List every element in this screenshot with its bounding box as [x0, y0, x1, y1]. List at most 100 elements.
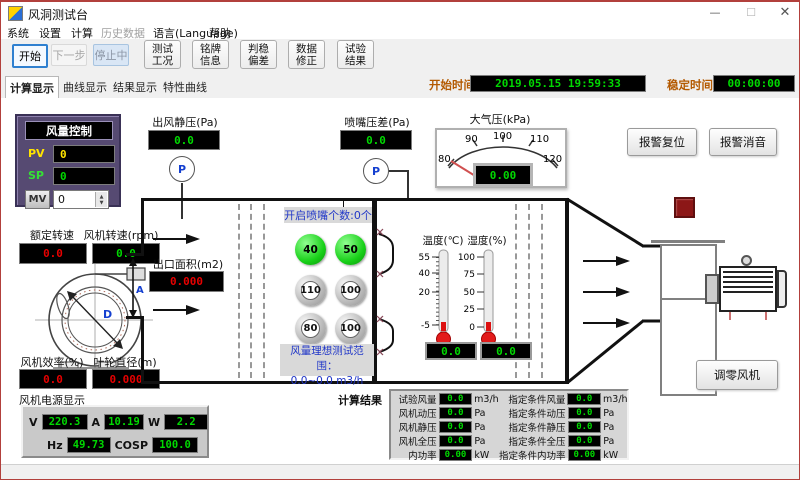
impeller-diameter-mark: D [103, 308, 112, 321]
alarm-lamp [674, 197, 695, 218]
pv-label: PV [28, 147, 45, 160]
result-row: 内功率0.00kW 指定条件内功率0.00kW [391, 448, 627, 462]
voltage-label: V [29, 416, 38, 429]
tunnel-wall [141, 198, 144, 254]
app-icon [8, 6, 23, 21]
current-value: 10.19 [104, 414, 144, 430]
svg-text:-5: -5 [421, 321, 430, 331]
nozzle-button-1[interactable]: 50 [335, 234, 366, 265]
screen-dashed-line [541, 204, 543, 378]
result-row: 试验风量0.0m3/h 指定条件风量0.0m3/h [391, 392, 627, 406]
barometric-gauge-label: 大气压(kPa) [445, 111, 555, 127]
stable-time-label: 稳定时间: [667, 77, 718, 93]
nozzle-button-2[interactable]: 110 [295, 275, 326, 306]
tunnel-inlet-stub [126, 253, 144, 256]
tab-calc-display[interactable]: 计算显示 [5, 76, 59, 98]
current-label: A [92, 416, 101, 429]
temperature-value: 0.0 [425, 342, 477, 360]
alarm-reset-button[interactable]: 报警复位 [627, 128, 697, 156]
svg-text:80: 80 [438, 154, 451, 165]
svg-text:55: 55 [419, 253, 430, 263]
voltage-value: 220.3 [42, 414, 88, 430]
alarm-mute-button[interactable]: 报警消音 [709, 128, 777, 156]
nozzle-button-0[interactable]: 40 [295, 234, 326, 265]
svg-text:110: 110 [530, 134, 549, 145]
app-window: 风洞测试台 — ☐ ✕ 系统 设置 计算 历史数据 语言(Language) 帮… [0, 0, 800, 480]
inlet-height-mark: A [136, 285, 144, 296]
tab-result-display[interactable]: 结果显示 [111, 76, 159, 97]
flow-control-panel: 风量控制 PV 0 SP 0 MV 0 ▲ ▼ [15, 114, 121, 207]
fan-flange [651, 240, 725, 243]
outlet-area-value: 0.000 [149, 271, 224, 292]
window-title: 风洞测试台 [28, 6, 88, 23]
status-bar [1, 464, 799, 480]
nozzle-button-4[interactable]: 80 [295, 313, 326, 344]
stop-button[interactable]: 停止中 [93, 44, 129, 66]
stable-time-value: 00:00:00 [713, 75, 795, 92]
pv-value: 0 [53, 145, 115, 163]
minimize-button[interactable]: — [701, 4, 729, 22]
svg-text:100: 100 [458, 253, 475, 263]
impeller-diameter-value: 0.000 [92, 369, 160, 389]
next-step-button[interactable]: 下一步 [51, 44, 87, 66]
mv-spinner[interactable]: ▲ ▼ [95, 192, 107, 207]
fan-speed-label: 风机转速(rpm) [81, 227, 161, 243]
tool-test-results[interactable]: 试验结果 [337, 40, 374, 69]
outlet-static-label: 出风静压(Pa) [147, 114, 223, 130]
motor-coupling [705, 274, 719, 304]
start-time-value: 2019.05.15 19:59:33 [470, 75, 646, 92]
main-area: 风量控制 PV 0 SP 0 MV 0 ▲ ▼ 出风静压(Pa) 0.0 P 喷… [1, 98, 799, 464]
spin-down-icon[interactable]: ▼ [100, 200, 104, 206]
motor-lift-eye [741, 255, 752, 266]
tunnel-wall [141, 198, 569, 201]
tunnel-wall [141, 316, 144, 384]
close-button[interactable]: ✕ [771, 4, 799, 22]
humidity-label: 湿度(%) [463, 233, 511, 248]
temperature-label: 温度(℃) [417, 233, 469, 248]
result-row: 风机全压0.0Pa 指定条件全压0.0Pa [391, 434, 627, 448]
sp-label: SP [28, 169, 44, 182]
nozzle-pressure-sensor-icon: P [363, 158, 389, 184]
humidity-value: 0.0 [480, 342, 532, 360]
tool-data-correction[interactable]: 数据修正 [288, 40, 325, 69]
svg-text:20: 20 [419, 288, 431, 298]
screen-dashed-line [238, 204, 240, 378]
impeller-diameter-label: 叶轮直径(m) [87, 354, 163, 370]
cosp-value: 100.0 [152, 437, 198, 453]
nozzle-button-5[interactable]: 100 [335, 313, 366, 344]
nozzle-button-3[interactable]: 100 [335, 275, 366, 306]
mv-input[interactable]: 0 ▲ ▼ [53, 190, 109, 209]
flow-arrow [583, 260, 627, 262]
motor-base-mark [729, 312, 731, 320]
nozzle-diff-label: 喷嘴压差(Pa) [339, 114, 415, 130]
tool-stability-deviation[interactable]: 判稳偏差 [240, 40, 277, 69]
svg-text:0: 0 [469, 323, 475, 333]
rated-speed-label: 额定转速 [23, 227, 81, 243]
thermometer-drawing: 55 40 20 -5 100 75 50 25 0 [406, 248, 506, 348]
flow-range-note: 风量理想测试范围： 0.0~0.0 m3/h [280, 344, 374, 376]
results-table: 试验风量0.0m3/h 指定条件风量0.0m3/h 风机动压0.0Pa 指定条件… [389, 389, 629, 460]
tool-test-condition[interactable]: 测试工况 [144, 40, 181, 69]
tunnel-inlet-stub [126, 316, 144, 319]
zero-fan-button[interactable]: 调零风机 [696, 360, 778, 390]
flow-control-title: 风量控制 [25, 121, 113, 140]
flow-arrow [583, 322, 627, 324]
tab-characteristic-curve[interactable]: 特性曲线 [161, 76, 209, 97]
motor-fins [723, 271, 773, 296]
tool-nameplate-info[interactable]: 铭牌信息 [192, 40, 229, 69]
result-row: 风机静压0.0Pa 指定条件静压0.0Pa [391, 420, 627, 434]
barometric-value: 0.00 [473, 163, 533, 187]
outlet-static-value: 0.0 [148, 130, 220, 150]
start-button[interactable]: 开始 [12, 44, 48, 68]
svg-text:50: 50 [464, 288, 476, 298]
nozzle-diff-value: 0.0 [340, 130, 412, 150]
motor-drawing [719, 266, 777, 312]
svg-text:100: 100 [493, 131, 512, 142]
motor-base-mark [765, 312, 767, 320]
maximize-button[interactable]: ☐ [737, 4, 765, 22]
watt-label: W [148, 416, 160, 429]
tab-curve-display[interactable]: 曲线显示 [61, 76, 109, 97]
mv-button[interactable]: MV [25, 190, 50, 209]
barometric-gauge: 80 90 100 110 120 0.00 [435, 128, 567, 188]
outlet-area-label: 出口面积(m2) [149, 256, 227, 272]
